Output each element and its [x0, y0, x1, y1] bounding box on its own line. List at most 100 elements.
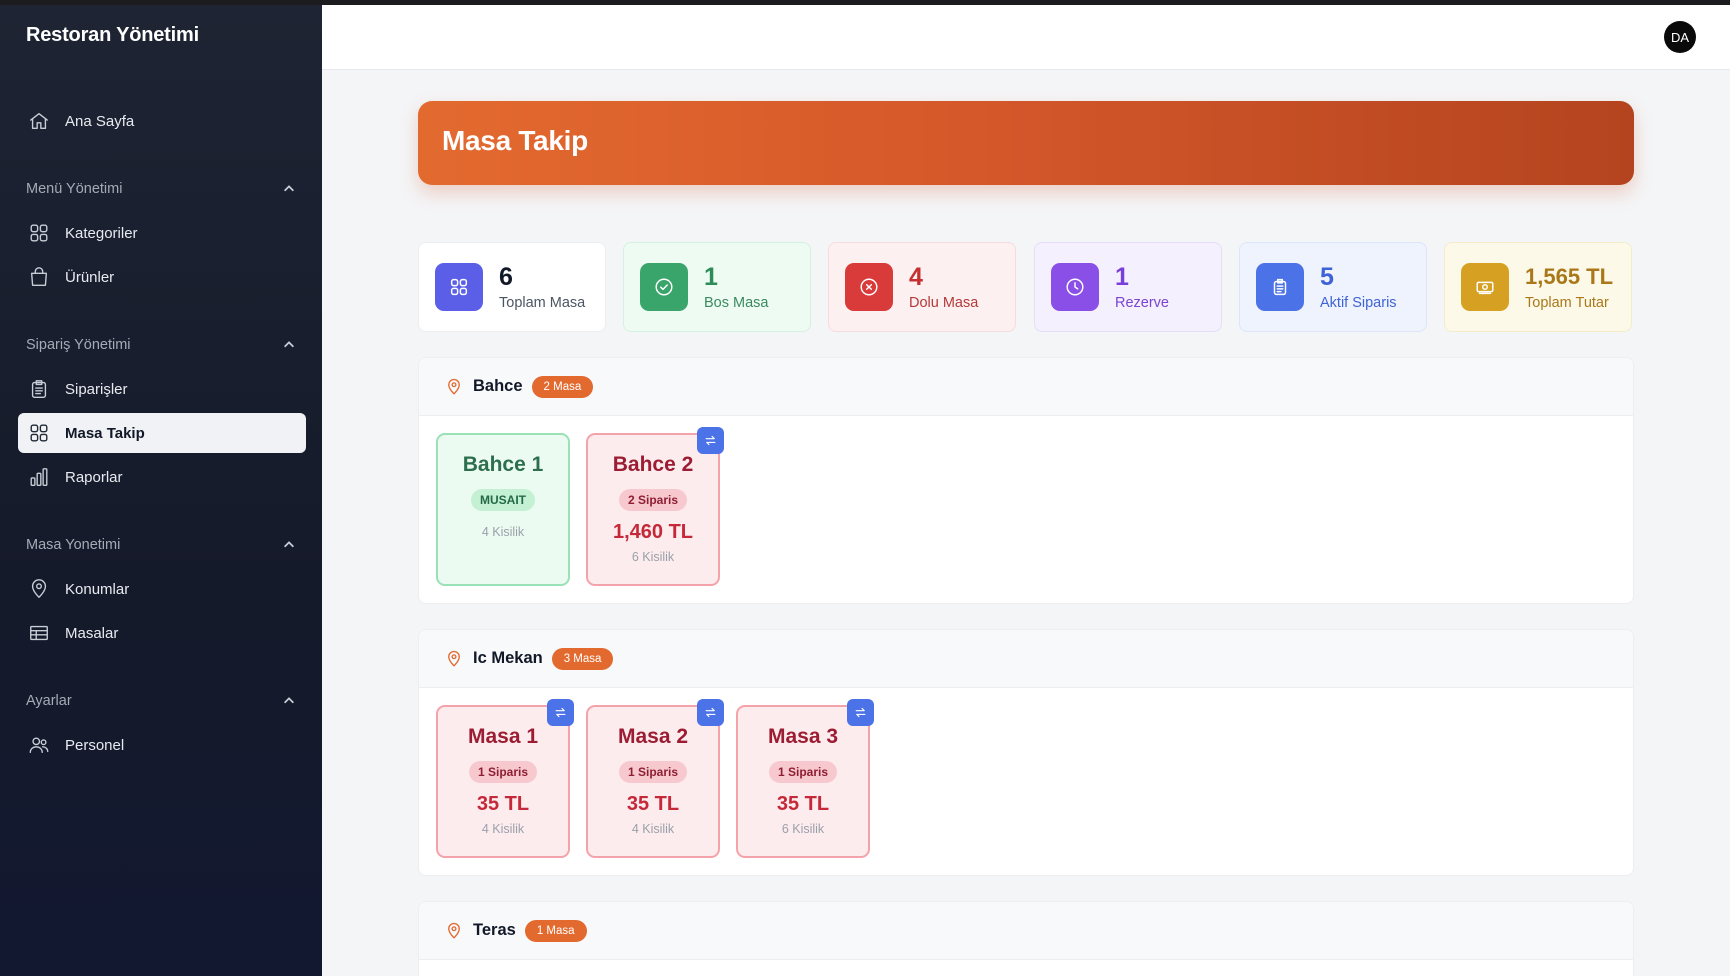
section-toggle-masa-yonetimi[interactable]: Masa Yonetimi — [26, 533, 296, 557]
transfer-table-button[interactable] — [697, 699, 724, 726]
location-table-count-badge: 2 Masa — [531, 375, 594, 398]
stat-value: 4 — [909, 263, 923, 291]
chevron-up-icon — [284, 341, 294, 348]
clipboard-icon — [1256, 263, 1304, 311]
sidebar-item-raporlar[interactable]: Raporlar — [18, 457, 306, 497]
table-capacity: 4 Kisilik — [481, 822, 525, 836]
stat-card-rezerve: 1 Rezerve — [1034, 242, 1222, 332]
section-title: Menü Yönetimi — [26, 181, 123, 197]
section-title: Sipariş Yönetimi — [26, 337, 131, 353]
app-title: Restoran Yönetimi — [26, 24, 199, 46]
map-pin-icon — [27, 577, 51, 601]
sidebar-item-urunler[interactable]: Ürünler — [18, 257, 306, 297]
transfer-table-button[interactable] — [847, 699, 874, 726]
table-name: Bahce 1 — [462, 453, 544, 476]
sidebar-item-label: Kategoriler — [65, 224, 138, 242]
table-icon — [27, 621, 51, 645]
stat-value: 1 — [704, 263, 718, 291]
stat-card-toplam-masa: 6 Toplam Masa — [418, 242, 606, 332]
sidebar-item-kategoriler[interactable]: Kategoriler — [18, 213, 306, 253]
table-capacity: 6 Kisilik — [781, 822, 825, 836]
sidebar-item-masalar[interactable]: Masalar — [18, 613, 306, 653]
map-pin-icon — [445, 650, 463, 668]
stat-card-dolu-masa: 4 Dolu Masa — [828, 242, 1016, 332]
sidebar-item-konumlar[interactable]: Konumlar — [18, 569, 306, 609]
stat-label: Dolu Masa — [909, 295, 979, 311]
bar-chart-icon — [27, 465, 51, 489]
table-name: Masa 1 — [467, 725, 539, 748]
location-header: Teras 1 Masa — [419, 902, 1633, 960]
stat-label: Bos Masa — [704, 295, 769, 311]
swap-arrows-icon — [555, 707, 566, 718]
stat-label: Toplam Tutar — [1525, 295, 1609, 311]
window-top-border — [0, 0, 1730, 5]
users-icon — [27, 733, 51, 757]
stat-card-bos-masa: 1 Bos Masa — [623, 242, 811, 332]
swap-arrows-icon — [705, 435, 716, 446]
table-name: Masa 3 — [767, 725, 839, 748]
clipboard-icon — [27, 377, 51, 401]
stat-label: Toplam Masa — [499, 295, 586, 311]
stat-card-aktif-siparis: 5 Aktif Siparis — [1239, 242, 1427, 332]
user-avatar[interactable]: DA — [1664, 21, 1696, 53]
location-card-bahce: Bahce 2 Masa Bahce 1 MUSAIT 4 Kisilik Ba… — [418, 357, 1634, 604]
sidebar-item-ana-sayfa[interactable]: Ana Sayfa — [18, 101, 306, 141]
map-pin-icon — [445, 922, 463, 940]
stat-label: Aktif Siparis — [1320, 295, 1397, 311]
section-toggle-menu-yonetimi[interactable]: Menü Yönetimi — [26, 177, 296, 201]
table-status-badge: 2 Siparis — [618, 489, 688, 511]
stat-value: 1,565 TL — [1525, 264, 1614, 289]
table-card-bahce-1[interactable]: Bahce 1 MUSAIT 4 Kisilik — [436, 433, 570, 586]
location-card-ic-mekan: Ic Mekan 3 Masa Masa 1 1 Siparis 35 TL 4… — [418, 629, 1634, 876]
swap-arrows-icon — [855, 707, 866, 718]
table-capacity: 6 Kisilik — [631, 550, 675, 564]
section-toggle-ayarlar[interactable]: Ayarlar — [26, 689, 296, 713]
location-name: Teras — [473, 921, 516, 939]
map-pin-icon — [445, 378, 463, 396]
table-amount: 35 TL — [776, 793, 830, 815]
grid-icon — [27, 221, 51, 245]
section-title: Ayarlar — [26, 693, 72, 709]
table-card-masa-2[interactable]: Masa 2 1 Siparis 35 TL 4 Kisilik — [586, 699, 724, 858]
page-banner: Masa Takip — [418, 101, 1634, 185]
table-card-masa-3[interactable]: Masa 3 1 Siparis 35 TL 6 Kisilik — [736, 699, 874, 858]
table-status-badge: MUSAIT — [471, 489, 535, 511]
table-status-badge: 1 Siparis — [468, 761, 538, 783]
table-card-bahce-2[interactable]: Bahce 2 2 Siparis 1,460 TL 6 Kisilik — [586, 427, 724, 586]
transfer-table-button[interactable] — [547, 699, 574, 726]
stat-value: 1 — [1115, 263, 1129, 291]
sidebar-item-label: Konumlar — [65, 580, 130, 598]
chevron-up-icon — [284, 697, 294, 704]
sidebar-item-masa-takip[interactable]: Masa Takip — [18, 413, 306, 453]
x-circle-icon — [845, 263, 893, 311]
table-amount: 35 TL — [626, 793, 680, 815]
sidebar: Restoran Yönetimi Ana Sayfa Menü Yönetim… — [0, 0, 322, 976]
location-table-count-badge: 3 Masa — [551, 647, 614, 670]
chevron-up-icon — [284, 541, 294, 548]
table-name: Masa 2 — [617, 725, 689, 748]
table-amount: 1,460 TL — [612, 521, 694, 543]
check-circle-icon — [640, 263, 688, 311]
sidebar-item-label: Raporlar — [65, 468, 123, 486]
table-capacity: 4 Kisilik — [631, 822, 675, 836]
transfer-table-button[interactable] — [697, 427, 724, 454]
clock-icon — [1051, 263, 1099, 311]
location-name: Bahce — [473, 377, 523, 395]
table-amount: 35 TL — [476, 793, 530, 815]
table-capacity: 4 Kisilik — [481, 525, 525, 539]
location-card-teras: Teras 1 Masa — [418, 901, 1634, 976]
table-card-masa-1[interactable]: Masa 1 1 Siparis 35 TL 4 Kisilik — [436, 699, 574, 858]
sidebar-item-label: Ana Sayfa — [65, 112, 135, 130]
section-toggle-siparis-yonetimi[interactable]: Sipariş Yönetimi — [26, 333, 296, 357]
sidebar-item-personel[interactable]: Personel — [18, 725, 306, 765]
table-name: Bahce 2 — [612, 453, 694, 476]
sidebar-item-label: Siparişler — [65, 380, 128, 398]
grid-icon — [27, 421, 51, 445]
sidebar-item-siparisler[interactable]: Siparişler — [18, 369, 306, 409]
section-title: Masa Yonetimi — [26, 537, 121, 553]
top-header: DA — [322, 5, 1730, 70]
stat-value: 5 — [1320, 263, 1334, 291]
grid-icon — [435, 263, 483, 311]
swap-arrows-icon — [705, 707, 716, 718]
location-table-count-badge: 1 Masa — [524, 919, 587, 942]
